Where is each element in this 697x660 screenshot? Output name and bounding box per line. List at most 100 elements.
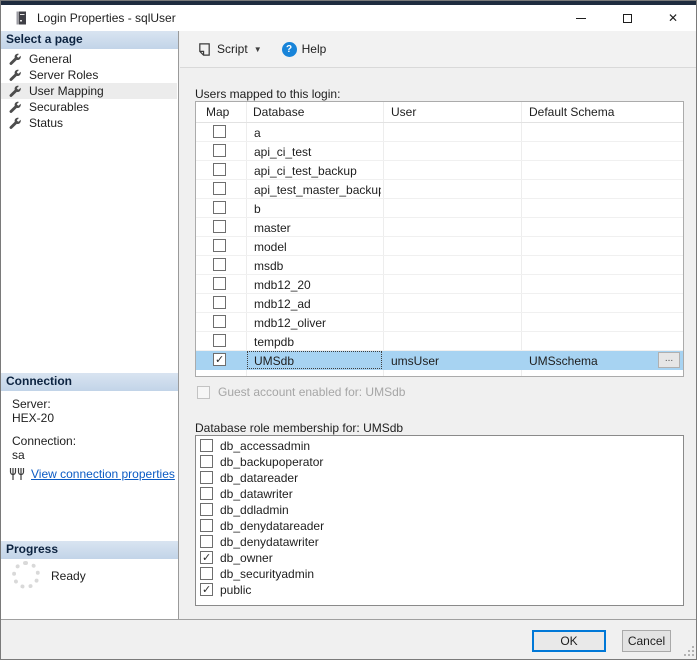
cell-database[interactable]: mdb12_ad — [247, 294, 382, 312]
map-checkbox[interactable] — [213, 163, 226, 176]
resize-grip[interactable] — [683, 645, 694, 656]
cell-database[interactable]: a — [247, 123, 382, 141]
sidebar-item-securables[interactable]: Securables — [1, 99, 177, 115]
role-item-db_ddladmin[interactable]: db_ddladmin — [196, 503, 683, 519]
table-row[interactable]: b — [196, 199, 683, 218]
minimize-button[interactable] — [558, 5, 604, 31]
cell-user[interactable] — [384, 199, 520, 217]
map-checkbox[interactable] — [213, 353, 226, 366]
role-item-db_denydatawriter[interactable]: db_denydatawriter — [196, 535, 683, 551]
sidebar-item-user-mapping[interactable]: User Mapping — [1, 83, 177, 99]
cell-default-schema[interactable] — [522, 142, 650, 160]
table-row[interactable]: mdb12_ad — [196, 294, 683, 313]
cell-user[interactable] — [384, 332, 520, 350]
sidebar-item-status[interactable]: Status — [1, 115, 177, 131]
role-item-db_denydatareader[interactable]: db_denydatareader — [196, 519, 683, 535]
cell-database[interactable]: tempdb — [247, 332, 382, 350]
cell-user[interactable] — [384, 161, 520, 179]
role-checkbox[interactable] — [200, 455, 213, 468]
map-checkbox[interactable] — [213, 182, 226, 195]
cell-database[interactable]: mdb12_20 — [247, 275, 382, 293]
map-checkbox[interactable] — [213, 239, 226, 252]
cell-default-schema[interactable] — [522, 180, 650, 198]
role-item-db_datawriter[interactable]: db_datawriter — [196, 487, 683, 503]
cell-default-schema[interactable] — [522, 199, 650, 217]
role-item-public[interactable]: public — [196, 583, 683, 599]
role-checkbox[interactable] — [200, 503, 213, 516]
view-connection-properties[interactable]: View connection properties — [9, 467, 175, 481]
cell-user[interactable] — [384, 256, 520, 274]
cell-default-schema[interactable] — [522, 256, 650, 274]
role-item-db_accessadmin[interactable]: db_accessadmin — [196, 439, 683, 455]
role-checkbox[interactable] — [200, 519, 213, 532]
cell-database[interactable]: msdb — [247, 256, 382, 274]
ok-button[interactable]: OK — [532, 630, 606, 652]
close-button[interactable]: ✕ — [650, 5, 696, 31]
map-checkbox[interactable] — [213, 125, 226, 138]
cancel-button[interactable]: Cancel — [622, 630, 671, 652]
cell-database[interactable]: api_ci_test_backup — [247, 161, 382, 179]
cell-default-schema[interactable] — [522, 313, 650, 331]
table-row[interactable]: mdb12_20 — [196, 275, 683, 294]
sidebar-item-server-roles[interactable]: Server Roles — [1, 67, 177, 83]
cell-default-schema[interactable] — [522, 275, 650, 293]
browse-button[interactable]: ... — [658, 352, 680, 368]
table-row[interactable]: master — [196, 218, 683, 237]
cell-database[interactable]: api_ci_test — [247, 142, 382, 160]
table-row[interactable]: api_test_master_backup — [196, 180, 683, 199]
script-button[interactable]: Script ▼ — [192, 37, 267, 61]
map-checkbox[interactable] — [213, 144, 226, 157]
role-checkbox[interactable] — [200, 583, 213, 596]
maximize-button[interactable] — [604, 5, 650, 31]
map-checkbox[interactable] — [213, 277, 226, 290]
table-row[interactable]: UMSdbumsUserUMSschema... — [196, 351, 683, 370]
table-row[interactable]: msdb — [196, 256, 683, 275]
cell-database[interactable]: master — [247, 218, 382, 236]
role-item-db_backupoperator[interactable]: db_backupoperator — [196, 455, 683, 471]
cell-user[interactable] — [384, 313, 520, 331]
table-row[interactable]: api_ci_test_backup — [196, 161, 683, 180]
map-checkbox[interactable] — [213, 201, 226, 214]
map-checkbox[interactable] — [213, 334, 226, 347]
dropdown-caret-icon[interactable]: ▼ — [254, 45, 262, 54]
role-checkbox[interactable] — [200, 487, 213, 500]
cell-user[interactable] — [384, 180, 520, 198]
role-checkbox[interactable] — [200, 551, 213, 564]
role-checkbox[interactable] — [200, 439, 213, 452]
cell-user[interactable]: umsUser — [384, 351, 520, 369]
table-row[interactable]: model — [196, 237, 683, 256]
cell-database[interactable]: model — [247, 237, 382, 255]
map-checkbox[interactable] — [213, 315, 226, 328]
cell-user[interactable] — [384, 123, 520, 141]
role-checkbox[interactable] — [200, 567, 213, 580]
cell-default-schema[interactable]: UMSschema — [522, 351, 650, 369]
cell-user[interactable] — [384, 218, 520, 236]
map-checkbox[interactable] — [213, 296, 226, 309]
map-checkbox[interactable] — [213, 258, 226, 271]
cell-default-schema[interactable] — [522, 123, 650, 141]
cell-database[interactable]: api_test_master_backup — [247, 180, 382, 198]
title-bar[interactable]: Login Properties - sqlUser ✕ — [1, 5, 696, 31]
role-checkbox[interactable] — [200, 535, 213, 548]
table-row[interactable]: mdb12_oliver — [196, 313, 683, 332]
table-row[interactable]: a — [196, 123, 683, 142]
cell-default-schema[interactable] — [522, 237, 650, 255]
cell-default-schema[interactable] — [522, 294, 650, 312]
role-item-db_securityadmin[interactable]: db_securityadmin — [196, 567, 683, 583]
cell-user[interactable] — [384, 237, 520, 255]
table-row[interactable]: api_ci_test — [196, 142, 683, 161]
cell-database[interactable]: mdb12_oliver — [247, 313, 382, 331]
help-button[interactable]: ? Help — [277, 37, 332, 61]
cell-user[interactable] — [384, 142, 520, 160]
role-item-db_datareader[interactable]: db_datareader — [196, 471, 683, 487]
cell-user[interactable] — [384, 275, 520, 293]
cell-database[interactable]: b — [247, 199, 382, 217]
cell-default-schema[interactable] — [522, 161, 650, 179]
table-row[interactable]: tempdb — [196, 332, 683, 351]
connection-properties-link[interactable]: View connection properties — [31, 467, 175, 481]
role-checkbox[interactable] — [200, 471, 213, 484]
sidebar-item-general[interactable]: General — [1, 51, 177, 67]
cell-user[interactable] — [384, 294, 520, 312]
cell-database[interactable]: UMSdb — [247, 351, 382, 369]
cell-default-schema[interactable] — [522, 218, 650, 236]
